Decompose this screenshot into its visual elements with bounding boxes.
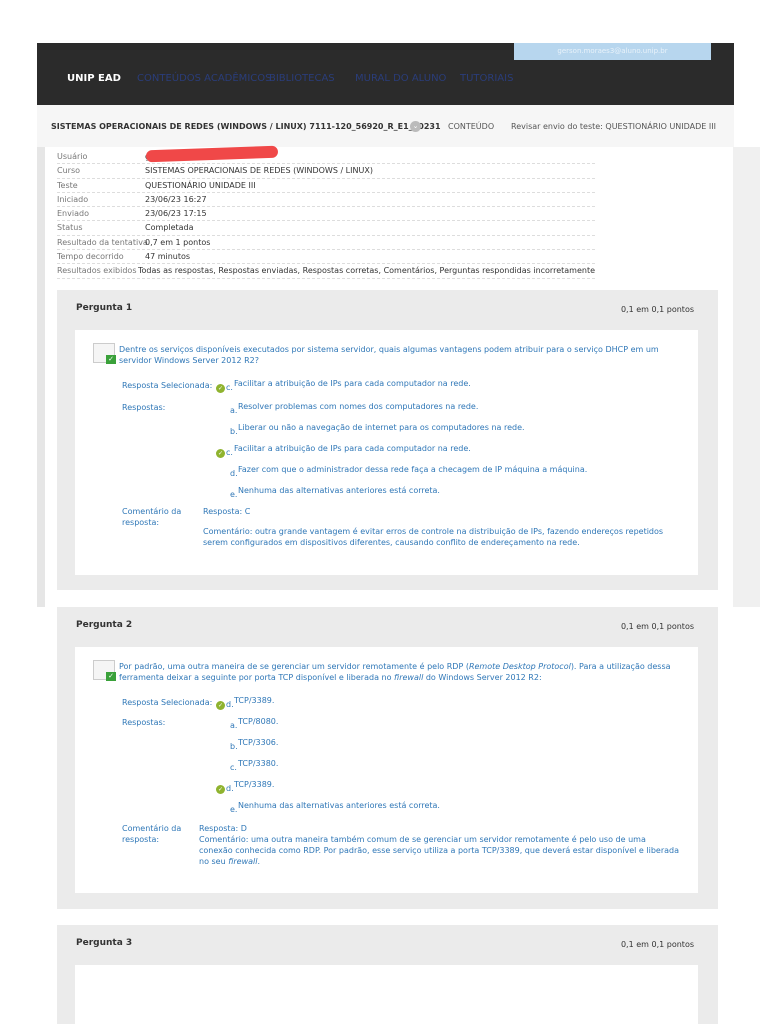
question-correct-icon: ✓ <box>93 343 116 364</box>
question-body <box>75 965 698 1035</box>
answer-key: Resposta: C <box>203 507 251 516</box>
answer-option: d.Fazer com que o administrador dessa re… <box>230 465 588 478</box>
info-label: Usuário <box>57 152 88 161</box>
info-value: 23/06/23 17:15 <box>145 209 207 219</box>
selected-label: Resposta Selecionada: <box>122 698 213 707</box>
breadcrumb-page: Revisar envio do teste: QUESTIONÁRIO UNI… <box>511 122 716 131</box>
answers-label: Respostas: <box>122 718 166 727</box>
question-2: Pergunta 2 0,1 em 0,1 pontos ✓ Por padrã… <box>57 607 718 909</box>
chevron-down-icon[interactable]: ⌄ <box>410 121 421 132</box>
attempt-info-table: Usuárioge CursoSISTEMAS OPERACIONAIS DE … <box>57 150 595 279</box>
info-label: Tempo decorrido <box>57 252 124 262</box>
answer-option: c.TCP/3380. <box>230 759 279 772</box>
question-body: ✓ Dentre os serviços disponíveis executa… <box>75 330 698 575</box>
check-icon: ✓ <box>216 701 225 710</box>
check-icon: ✓ <box>216 785 225 794</box>
question-3: Pergunta 3 0,1 em 0,1 pontos <box>57 925 718 1035</box>
nav-bibliotecas[interactable]: BIBLIOTECAS <box>269 73 335 84</box>
answer-option: e.Nenhuma das alternativas anteriores es… <box>230 801 440 814</box>
answer-option-correct: ✓ c.Facilitar a atribuição de IPs para ca… <box>216 444 471 458</box>
question-points: 0,1 em 0,1 pontos <box>620 940 694 949</box>
selected-label: Resposta Selecionada: <box>122 381 213 390</box>
question-text: Dentre os serviços disponíveis executado… <box>119 345 659 365</box>
answer-key: Resposta: D <box>199 824 247 833</box>
answer-option-correct: ✓ d.TCP/3389. <box>216 780 275 794</box>
info-value: 47 minutos <box>145 252 191 262</box>
breadcrumb-content[interactable]: CONTEÚDO <box>448 122 494 131</box>
info-label: Resultados exibidos <box>57 266 137 276</box>
breadcrumb-course[interactable]: SISTEMAS OPERACIONAIS DE REDES (WINDOWS … <box>51 122 441 131</box>
answer-comment: Comentário: outra grande vantagem é evit… <box>203 527 664 547</box>
right-gutter <box>733 147 760 607</box>
answers-label: Respostas: <box>122 403 166 412</box>
nav-mural[interactable]: MURAL DO ALUNO <box>355 73 446 84</box>
question-1: Pergunta 1 0,1 em 0,1 pontos ✓ Dentre os… <box>57 290 718 590</box>
top-header: gerson.moraes3@aluno.unip.br UNIP EAD CO… <box>37 43 734 105</box>
user-email[interactable]: gerson.moraes3@aluno.unip.br <box>514 43 711 60</box>
question-title: Pergunta 3 <box>76 938 133 948</box>
info-value: SISTEMAS OPERACIONAIS DE REDES (WINDOWS … <box>145 166 373 176</box>
brand-link[interactable]: UNIP EAD <box>67 73 121 84</box>
question-points: 0,1 em 0,1 pontos <box>620 305 694 314</box>
nav-conteudos[interactable]: CONTEÚDOS ACADÊMICOS <box>137 73 271 84</box>
comment-label: Comentário da resposta: <box>122 824 182 844</box>
info-value: 0,7 em 1 pontos <box>145 237 211 247</box>
info-label: Resultado da tentativa <box>57 237 148 247</box>
info-value: Todas as respostas, Respostas enviadas, … <box>137 266 595 276</box>
left-gutter <box>37 147 45 607</box>
answer-option: e.Nenhuma das alternativas anteriores es… <box>230 486 440 499</box>
info-label: Iniciado <box>57 194 89 204</box>
question-title: Pergunta 1 <box>76 303 133 313</box>
breadcrumb: SISTEMAS OPERACIONAIS DE REDES (WINDOWS … <box>37 105 734 147</box>
answer-option: a.TCP/8080. <box>230 717 279 730</box>
answer-comment: Comentário: uma outra maneira também com… <box>199 835 679 866</box>
answer-option: a.Resolver problemas com nomes dos compu… <box>230 402 479 415</box>
nav-tutoriais[interactable]: TUTORIAIS <box>460 73 513 84</box>
info-value: Completada <box>145 223 194 233</box>
info-label: Status <box>57 223 83 233</box>
check-icon: ✓ <box>216 449 225 458</box>
answer-option: b.TCP/3306. <box>230 738 279 751</box>
info-label: Enviado <box>57 209 89 219</box>
info-value: QUESTIONÁRIO UNIDADE III <box>145 180 256 190</box>
comment-label: Comentário da resposta: <box>122 507 182 527</box>
question-body: ✓ Por padrão, uma outra maneira de se ge… <box>75 647 698 893</box>
info-label: Curso <box>57 166 81 176</box>
check-icon: ✓ <box>216 384 225 393</box>
info-value: 23/06/23 16:27 <box>145 194 207 204</box>
question-correct-icon: ✓ <box>93 660 116 681</box>
answer-option: b.Liberar ou não a navegação de internet… <box>230 423 525 436</box>
selected-answer: ✓ d.TCP/3389. <box>216 696 275 710</box>
question-title: Pergunta 2 <box>76 620 133 630</box>
question-text: Por padrão, uma outra maneira de se gere… <box>119 662 671 682</box>
info-label: Teste <box>57 180 78 190</box>
question-points: 0,1 em 0,1 pontos <box>620 622 694 631</box>
selected-answer: ✓ c.Facilitar a atribuição de IPs para ca… <box>216 379 471 393</box>
